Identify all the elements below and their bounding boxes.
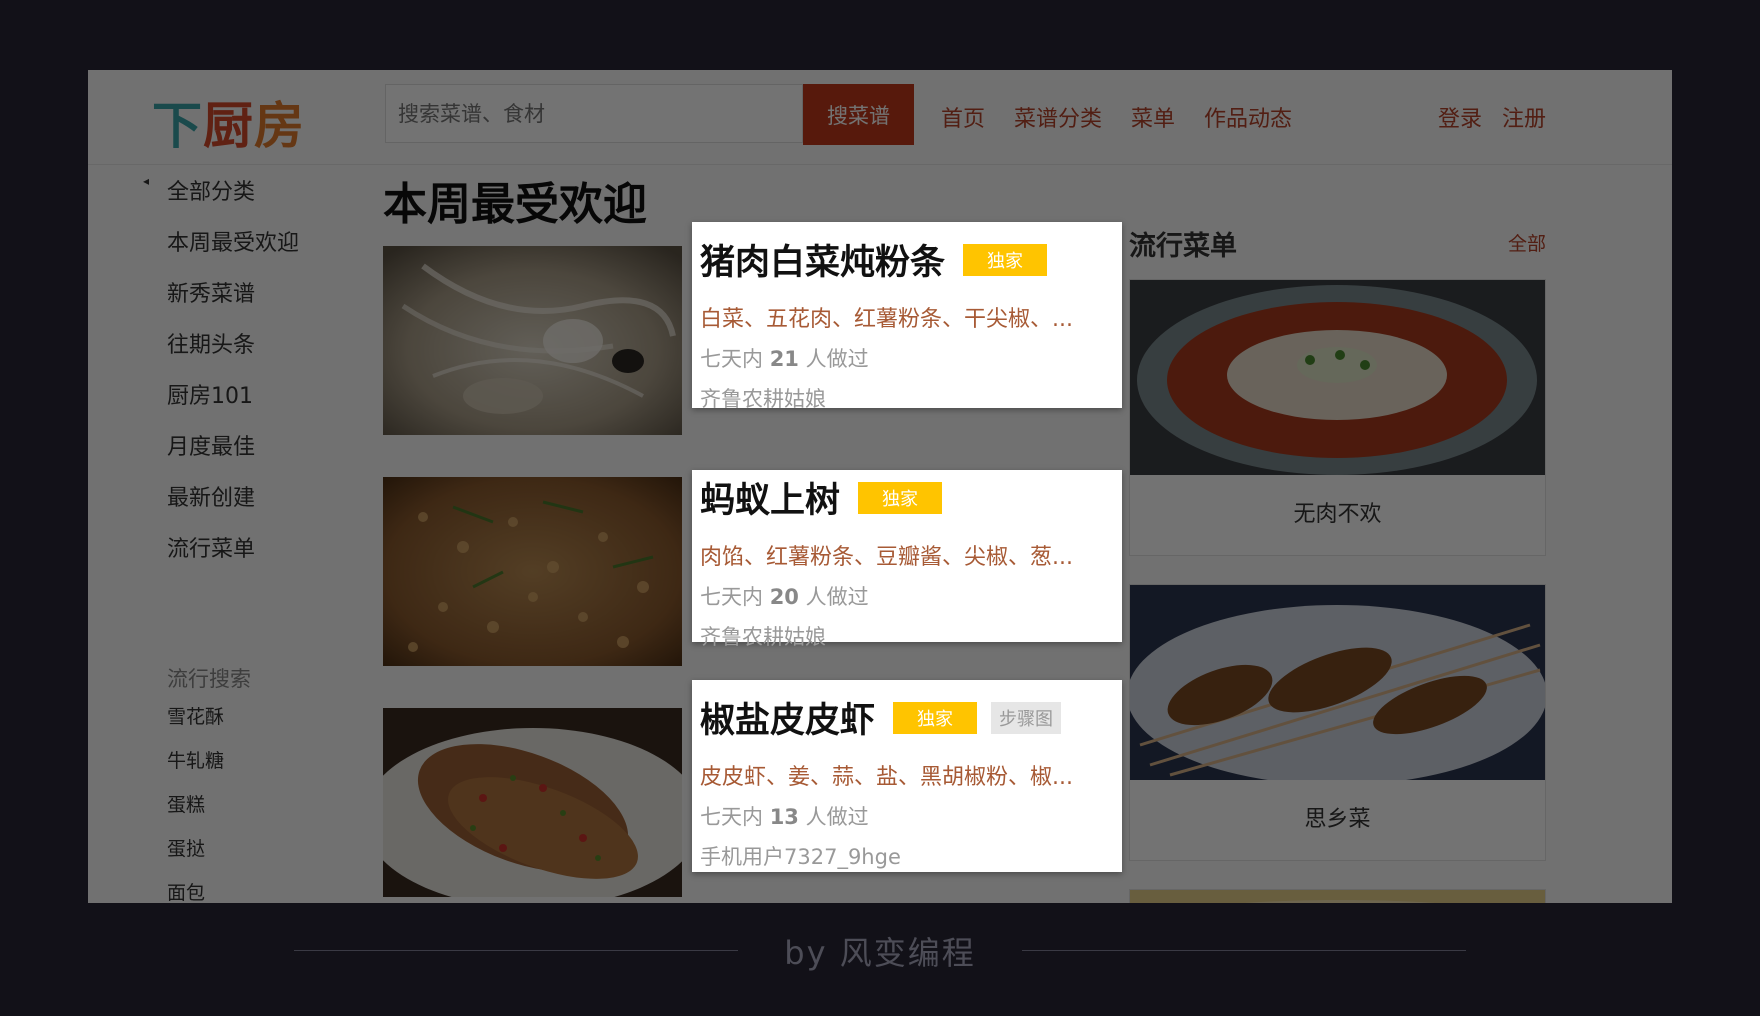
recipe-title[interactable]: 椒盐皮皮虾 <box>700 692 875 743</box>
recipe-title[interactable]: 蚂蚁上树 <box>700 472 840 523</box>
login-link[interactable]: 登录 <box>1438 101 1482 133</box>
sidebar-item-monthly-best[interactable]: 月度最佳 <box>167 429 255 461</box>
exclusive-badge: 独家 <box>963 243 1048 276</box>
recipe-author[interactable]: 手机用户7327_9hge <box>700 841 1114 871</box>
menu-name: 无肉不欢 <box>1293 502 1382 527</box>
recipe-author[interactable]: 齐鲁农耕姑娘 <box>700 621 1114 651</box>
trend-search-item[interactable]: 蛋挞 <box>167 834 205 861</box>
site-logo[interactable]: 下厨房 <box>152 86 305 158</box>
sidebar-item-latest[interactable]: 最新创建 <box>167 480 255 512</box>
sidebar-item-popular-menus[interactable]: 流行菜单 <box>167 531 255 563</box>
nav-activity-link[interactable]: 作品动态 <box>1204 101 1292 133</box>
recipe-ingredients: 白菜、五花肉、红薯粉条、干尖椒、... <box>700 307 1073 332</box>
site-header: 下厨房 搜菜谱 首页 菜谱分类 菜单 作品动态 登录 注册 <box>88 70 1672 165</box>
sidebar-item-all-categories[interactable]: 全部分类 <box>167 174 255 206</box>
trend-search-item[interactable]: 牛轧糖 <box>167 746 224 773</box>
arrow-left-icon: ◂ <box>143 174 150 188</box>
exclusive-badge: 独家 <box>893 701 978 734</box>
recipe-image[interactable] <box>383 246 682 435</box>
menu-card[interactable] <box>1129 889 1546 903</box>
recipe-title[interactable]: 猪肉白菜炖粉条 <box>700 234 945 285</box>
recipe-card[interactable]: 猪肉白菜炖粉条 独家 白菜、五花肉、红薯粉条、干尖椒、... 七天内 21 人做… <box>692 222 1122 411</box>
sidebar-item-kitchen-101[interactable]: 厨房101 <box>167 378 253 410</box>
step-image-badge: 步骤图 <box>991 701 1062 734</box>
page-title: 本周最受欢迎 <box>383 179 647 230</box>
nav-category-link[interactable]: 菜谱分类 <box>1014 101 1102 133</box>
popular-menus-heading: 流行菜单 <box>1129 231 1237 262</box>
sidebar-item-new-recipes[interactable]: 新秀菜谱 <box>167 276 255 308</box>
footer-divider <box>1022 950 1466 951</box>
sidebar-item-past-headlines[interactable]: 往期头条 <box>167 327 255 359</box>
exclusive-badge: 独家 <box>858 481 943 514</box>
menu-card[interactable]: 无肉不欢 <box>1129 279 1546 556</box>
footer-credit: by 风变编程 <box>784 934 976 972</box>
menu-name: 思乡菜 <box>1304 807 1371 832</box>
popular-menus-all-link[interactable]: 全部 <box>1508 229 1546 256</box>
menu-image <box>1130 280 1545 475</box>
trend-search-item[interactable]: 面包 <box>167 878 205 903</box>
trend-search-heading: 流行搜索 <box>167 667 251 691</box>
recipe-author[interactable]: 齐鲁农耕姑娘 <box>700 383 1114 413</box>
menu-image <box>1130 585 1545 780</box>
menu-image <box>1130 890 1545 903</box>
recipe-stats: 七天内 21 人做过 <box>700 347 869 371</box>
nav-home-link[interactable]: 首页 <box>941 101 985 133</box>
register-link[interactable]: 注册 <box>1502 101 1546 133</box>
recipe-card[interactable]: 蚂蚁上树 独家 肉馅、红薯粉条、豆瓣酱、尖椒、葱... 七天内 20 人做过 齐… <box>692 470 1122 649</box>
recipe-stats: 七天内 13 人做过 <box>700 805 869 829</box>
footer-divider <box>294 950 738 951</box>
recipe-ingredients: 皮皮虾、姜、蒜、盐、黑胡椒粉、椒... <box>700 765 1073 790</box>
trend-search-item[interactable]: 蛋糕 <box>167 790 205 817</box>
recipe-stats: 七天内 20 人做过 <box>700 585 869 609</box>
sidebar-item-weekly-popular[interactable]: 本周最受欢迎 <box>167 225 299 257</box>
recipe-image[interactable] <box>383 708 682 897</box>
search-button[interactable]: 搜菜谱 <box>803 84 914 145</box>
recipe-card[interactable]: 椒盐皮皮虾 独家 步骤图 皮皮虾、姜、蒜、盐、黑胡椒粉、椒... 七天内 13 … <box>692 680 1122 872</box>
browser-frame: 下厨房 搜菜谱 首页 菜谱分类 菜单 作品动态 登录 注册 ◂ 全部分类 本周最… <box>88 70 1672 903</box>
nav-menu-link[interactable]: 菜单 <box>1131 101 1175 133</box>
menu-card[interactable]: 思乡菜 <box>1129 584 1546 861</box>
recipe-image[interactable] <box>383 477 682 666</box>
trend-search-item[interactable]: 雪花酥 <box>167 702 224 729</box>
recipe-ingredients: 肉馅、红薯粉条、豆瓣酱、尖椒、葱... <box>700 545 1073 570</box>
search-input[interactable] <box>385 84 803 143</box>
